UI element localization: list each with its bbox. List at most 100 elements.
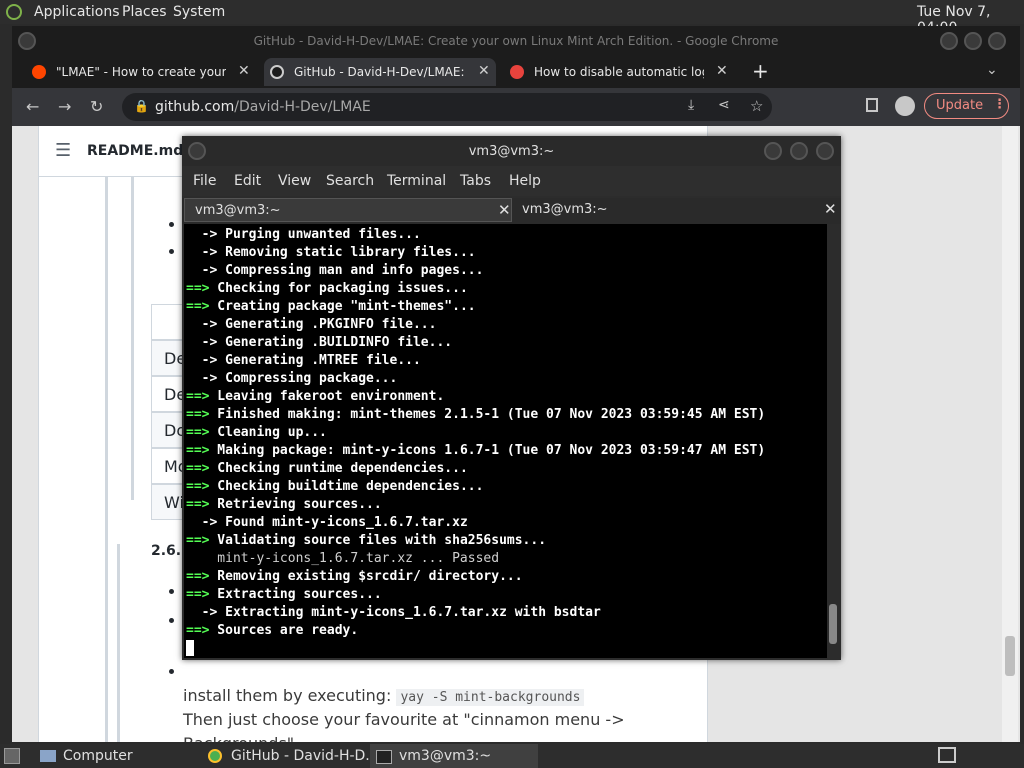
list-bullet [169,249,174,254]
task-computer[interactable]: Computer [34,744,194,768]
menu-places[interactable]: Places [122,4,167,20]
terminal-line-text: Validating source files with sha256sums.… [209,533,547,548]
terminal-titlebar[interactable]: vm3@vm3:~ [182,136,841,166]
tab-reddit[interactable]: "LMAE" - How to create your o ✕ [26,58,256,86]
share-icon[interactable]: ⋖ [718,97,730,113]
terminal-line: ==> Creating package "mint-themes"... [186,298,765,316]
menu-applications[interactable]: Applications [34,4,120,20]
reload-icon[interactable]: ↻ [90,97,103,116]
close-window-icon[interactable] [816,142,834,160]
page-scrollbar[interactable] [1002,126,1018,742]
browser-toolbar: ← → ↻ 🔒 github.com/David-H-Dev/LMAE ☆ ⋖ … [12,88,1020,126]
task-terminal[interactable]: vm3@vm3:~ [370,744,538,768]
mint-logo-icon[interactable] [6,4,22,20]
menu-tabs[interactable]: Tabs [460,173,491,189]
terminal-line-text: Compressing package... [217,371,398,386]
readme-title: README.md [87,143,184,159]
terminal-prompt-marker: ==> [186,479,210,494]
terminal-scroll-thumb[interactable] [829,604,837,644]
terminal-line-text: Purging unwanted files... [217,227,421,242]
terminal-prompt-marker: ==> [186,497,210,512]
terminal-line-text: Generating .PKGINFO file... [217,317,437,332]
profile-avatar-icon[interactable] [895,96,915,116]
tab-close-icon[interactable]: ✕ [498,201,511,219]
maximize-icon[interactable] [790,142,808,160]
list-bullet [169,618,174,623]
terminal-line-text: Finished making: mint-themes 2.1.5-1 (Tu… [209,407,766,422]
terminal-line: ==> Extracting sources... [186,586,765,604]
terminal-line: ==> Validating source files with sha256s… [186,532,765,550]
terminal-prompt-marker: ==> [186,533,210,548]
terminal-line: ==> Leaving fakeroot environment. [186,388,765,406]
close-window-icon[interactable] [988,32,1006,50]
minimize-icon[interactable] [764,142,782,160]
terminal-prompt-marker: ==> [186,569,210,584]
new-tab-icon[interactable]: + [752,59,769,83]
terminal-line-text: Sources are ready. [209,623,359,638]
tab-ask[interactable]: How to disable automatic logi ✕ [504,58,734,86]
menu-terminal[interactable]: Terminal [387,173,446,189]
github-icon [270,65,284,79]
side-panel-icon[interactable] [866,98,878,112]
update-button[interactable]: Update ⋮ [924,93,1009,119]
terminal-line: ==> Making package: mint-y-icons 1.6.7-1… [186,442,765,460]
task-chrome[interactable]: GitHub - David-H-D... [202,744,379,768]
tab-search-chevron-icon[interactable]: ⌄ [986,62,998,78]
page-scroll-thumb[interactable] [1005,636,1015,676]
bookmark-star-icon[interactable]: ☆ [750,97,763,115]
install-app-icon[interactable]: ⤓ [688,97,694,113]
tab-close-icon[interactable]: ✕ [824,200,837,218]
terminal-output[interactable]: -> Purging unwanted files... -> Removing… [184,224,827,658]
terminal-menubar: File Edit View Search Terminal Tabs Help [182,166,841,196]
more-menu-icon[interactable]: ⋮ [993,97,1006,112]
terminal-line: ==> Sources are ready. [186,622,765,640]
update-label: Update [936,98,984,113]
lock-icon[interactable]: 🔒 [134,99,149,113]
tab-close-icon[interactable]: ✕ [478,63,490,79]
menu-system[interactable]: System [173,4,225,20]
terminal-prompt-marker: -> [186,317,218,332]
terminal-line: -> Generating .BUILDINFO file... [186,334,765,352]
tab-label: How to disable automatic logi [534,65,704,79]
menu-file[interactable]: File [193,173,216,189]
chrome-titlebar[interactable]: GitHub - David-H-Dev/LMAE: Create your o… [12,26,1020,56]
terminal-tab-2[interactable]: vm3@vm3:~ ✕ [512,198,839,222]
install-code[interactable]: yay -S mint-backgrounds [396,689,585,706]
terminal-line-text: Generating .BUILDINFO file... [217,335,453,350]
forward-icon[interactable]: → [58,97,71,116]
terminal-line-text: Creating package "mint-themes"... [209,299,476,314]
indent-bar [131,176,134,500]
terminal-line: ==> Checking runtime dependencies... [186,460,765,478]
menu-view[interactable]: View [278,173,311,189]
terminal-tab-label: vm3@vm3:~ [522,202,608,217]
terminal-scrollbar[interactable] [827,224,839,658]
menu-edit[interactable]: Edit [234,173,261,189]
minimize-icon[interactable] [940,32,958,50]
terminal-line-text: Making package: mint-y-icons 1.6.7-1 (Tu… [209,443,766,458]
terminal-tab-1[interactable]: vm3@vm3:~ ✕ [184,198,512,222]
show-desktop-icon[interactable] [4,748,20,764]
maximize-icon[interactable] [964,32,982,50]
terminal-line: ==> Cleaning up... [186,424,765,442]
terminal-line-text: Found mint-y-icons_1.6.7.tar.xz [217,515,468,530]
terminal-line: ==> Finished making: mint-themes 2.1.5-1… [186,406,765,424]
tab-close-icon[interactable]: ✕ [238,63,250,79]
terminal-line: ==> Retrieving sources... [186,496,765,514]
terminal-line-text: Generating .MTREE file... [217,353,421,368]
menu-search[interactable]: Search [326,173,374,189]
terminal-cursor [186,640,194,656]
tab-close-icon[interactable]: ✕ [716,63,728,79]
terminal-prompt-marker: ==> [186,281,210,296]
tab-github[interactable]: GitHub - David-H-Dev/LMAE: C ✕ [264,58,496,86]
back-icon[interactable]: ← [26,97,39,116]
outline-list-icon[interactable]: ☰ [55,140,71,161]
url-text[interactable]: github.com/David-H-Dev/LMAE [155,99,371,115]
address-bar[interactable]: 🔒 github.com/David-H-Dev/LMAE ☆ ⋖ ⤓ [122,93,772,121]
terminal-line: -> Removing static library files... [186,244,765,262]
terminal-prompt-marker: ==> [186,425,210,440]
menu-help[interactable]: Help [509,173,541,189]
terminal-prompt-marker: -> [186,515,218,530]
task-label: vm3@vm3:~ [399,748,492,764]
terminal-line-text: Extracting mint-y-icons_1.6.7.tar.xz wit… [217,605,601,620]
workspace-switcher-icon[interactable] [938,747,956,763]
